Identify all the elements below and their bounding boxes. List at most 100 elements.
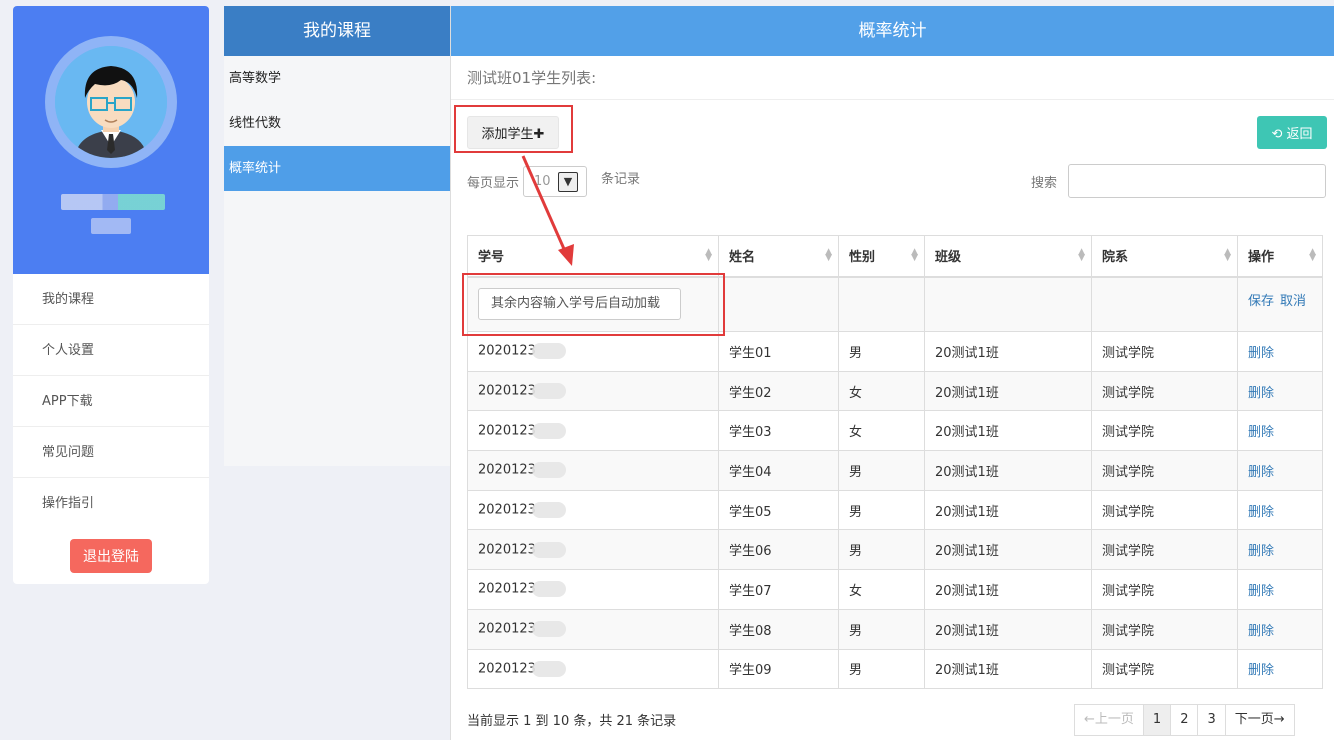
cell-department: 测试学院 <box>1091 450 1238 491</box>
col-student-id[interactable]: 学号 ▲ ▼ <box>467 235 719 278</box>
menu-item-faq[interactable]: 常见问题 <box>13 427 209 478</box>
delete-link[interactable]: 删除 <box>1248 584 1274 599</box>
cell-name: 学生05 <box>718 489 839 531</box>
delete-link[interactable]: 删除 <box>1248 505 1274 520</box>
next-page-button[interactable]: 下一页→ <box>1224 704 1295 736</box>
prev-page-button[interactable]: ←上一页 <box>1074 704 1144 736</box>
table-row: 2020123 学生04 男 20测试1班 测试学院 删除 <box>467 450 1323 491</box>
delete-link[interactable]: 删除 <box>1248 663 1274 678</box>
col-class[interactable]: 班级 ▲ ▼ <box>924 235 1092 278</box>
delete-link[interactable]: 删除 <box>1248 425 1274 440</box>
cell-student-id: 2020123 <box>467 410 719 452</box>
profile-panel: 我的课程 个人设置 APP下载 常见问题 操作指引 退出登陆 <box>13 6 209 584</box>
cell-class: 20测试1班 <box>924 410 1092 452</box>
back-button[interactable]: ⟲ 返回 <box>1257 116 1327 149</box>
student-id-blurred <box>531 581 566 598</box>
page-button-1[interactable]: 1 <box>1142 704 1172 736</box>
cell-gender: 男 <box>838 608 925 650</box>
table-row: 2020123 学生03 女 20测试1班 测试学院 删除 <box>467 410 1323 452</box>
cell-class: 20测试1班 <box>924 569 1092 610</box>
col-gender[interactable]: 性别 ▲ ▼ <box>838 235 925 278</box>
cell-department: 测试学院 <box>1091 608 1238 650</box>
sort-icon: ▲ ▼ <box>1224 247 1231 263</box>
cell-actions: 删除 <box>1237 370 1323 412</box>
page-button-2[interactable]: 2 <box>1170 704 1199 736</box>
sort-icon: ▲ ▼ <box>705 247 712 263</box>
menu-item-settings[interactable]: 个人设置 <box>13 325 209 376</box>
cell-student-id: 2020123 <box>467 569 719 610</box>
delete-link[interactable]: 删除 <box>1248 624 1274 639</box>
delete-link[interactable]: 删除 <box>1248 544 1274 559</box>
student-id-blurred <box>531 422 566 439</box>
per-page-suffix: 条记录 <box>601 172 641 187</box>
page-button-3[interactable]: 3 <box>1197 704 1226 736</box>
student-id-blurred <box>531 343 566 360</box>
menu-item-guide[interactable]: 操作指引 <box>13 478 209 529</box>
avatar[interactable] <box>55 46 167 158</box>
cell-department: 测试学院 <box>1091 370 1238 412</box>
delete-link[interactable]: 删除 <box>1248 465 1274 480</box>
cell-name: 学生04 <box>718 450 839 491</box>
delete-link[interactable]: 删除 <box>1248 346 1274 361</box>
logout-button[interactable]: 退出登陆 <box>70 539 152 573</box>
cell-name: 学生07 <box>718 569 839 610</box>
pagination-info: 当前显示 1 到 10 条，共 21 条记录 <box>467 714 677 729</box>
cell-department: 测试学院 <box>1091 569 1238 610</box>
cell-student-id: 2020123 <box>467 529 719 571</box>
table-row: 2020123 学生02 女 20测试1班 测试学院 删除 <box>467 370 1323 412</box>
cell-actions: 删除 <box>1237 608 1323 650</box>
avatar-illustration-icon <box>55 46 167 158</box>
table-row: 2020123 学生05 男 20测试1班 测试学院 删除 <box>467 489 1323 531</box>
cell-gender: 男 <box>838 648 925 690</box>
cell-student-id: 2020123 <box>467 608 719 650</box>
student-id-blurred <box>531 462 566 479</box>
cell-student-id: 2020123 <box>467 331 719 372</box>
col-department[interactable]: 院系 ▲ ▼ <box>1091 235 1238 278</box>
course-item-linear-algebra[interactable]: 线性代数 <box>224 101 450 146</box>
cancel-link[interactable]: 取消 <box>1280 294 1306 309</box>
cell-actions: 删除 <box>1237 569 1323 610</box>
table-row: 2020123 学生09 男 20测试1班 测试学院 删除 <box>467 648 1323 690</box>
course-list-title: 我的课程 <box>224 6 450 56</box>
per-page-label: 每页显示 <box>467 171 527 197</box>
cell-actions: 删除 <box>1237 648 1323 690</box>
sort-icon: ▲ ▼ <box>1078 247 1085 263</box>
search-input[interactable] <box>1068 164 1326 198</box>
cell-name: 学生02 <box>718 370 839 412</box>
cell-name: 学生06 <box>718 529 839 571</box>
per-page-select[interactable]: 10 ▼ <box>523 166 587 197</box>
course-item-probability[interactable]: 概率统计 <box>224 146 450 191</box>
add-student-button[interactable]: 添加学生✚ <box>467 116 559 149</box>
cell-gender: 男 <box>838 450 925 491</box>
cell-actions: 删除 <box>1237 410 1323 452</box>
user-id-blurred <box>91 218 131 234</box>
student-id-blurred <box>531 621 566 638</box>
cell-student-id: 2020123 <box>467 648 719 690</box>
delete-link[interactable]: 删除 <box>1248 386 1274 401</box>
table-row: 2020123 学生01 男 20测试1班 测试学院 删除 <box>467 331 1323 372</box>
course-item-calculus[interactable]: 高等数学 <box>224 56 450 101</box>
cell-gender: 女 <box>838 370 925 412</box>
student-id-blurred <box>531 383 566 400</box>
cell-gender: 男 <box>838 529 925 571</box>
profile-header <box>13 6 209 274</box>
menu-item-app-download[interactable]: APP下载 <box>13 376 209 427</box>
menu-item-my-courses[interactable]: 我的课程 <box>13 274 209 325</box>
back-button-label: 返回 <box>1286 127 1313 142</box>
table-row: 2020123 学生07 女 20测试1班 测试学院 删除 <box>467 569 1323 610</box>
cell-gender: 女 <box>838 569 925 610</box>
cell-class: 20测试1班 <box>924 608 1092 650</box>
save-link[interactable]: 保存 <box>1248 294 1274 309</box>
cell-department: 测试学院 <box>1091 331 1238 372</box>
cell-actions: 删除 <box>1237 331 1323 372</box>
cell-department: 测试学院 <box>1091 410 1238 452</box>
sort-icon: ▲ ▼ <box>1309 247 1316 263</box>
col-actions[interactable]: 操作 ▲ ▼ <box>1237 235 1323 278</box>
cell-class: 20测试1班 <box>924 450 1092 491</box>
cell-class: 20测试1班 <box>924 331 1092 372</box>
col-name[interactable]: 姓名 ▲ ▼ <box>718 235 839 278</box>
username-blurred <box>61 194 165 210</box>
table-header-row: 学号 ▲ ▼ 姓名 ▲ ▼ 性别 ▲ ▼ 班级 ▲ ▼ 院系 ▲ ▼ 操作 ▲ ▼ <box>467 235 1323 278</box>
student-id-blurred <box>531 541 566 558</box>
refresh-icon: ⟲ <box>1271 127 1283 142</box>
